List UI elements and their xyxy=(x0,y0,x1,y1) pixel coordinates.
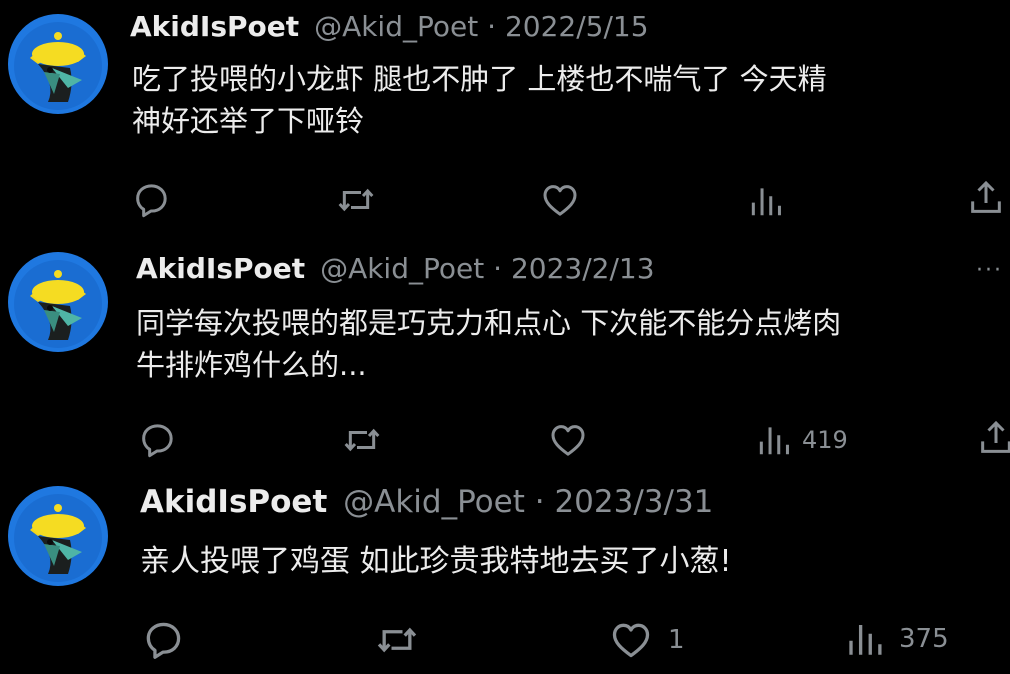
tweet-header: AkidIsPoet @Akid_Poet · 2023/3/31 xyxy=(140,484,713,520)
avatar[interactable] xyxy=(8,14,108,114)
timestamp[interactable]: 2023/3/31 xyxy=(554,484,713,520)
display-name[interactable]: AkidIsPoet xyxy=(140,484,327,520)
separator: · xyxy=(493,252,503,285)
reply-icon xyxy=(131,180,171,220)
tweet-header: AkidIsPoet @Akid_Poet · 2023/2/13 xyxy=(136,252,655,285)
views-icon xyxy=(754,421,794,459)
views-count: 375 xyxy=(899,624,949,654)
views-button[interactable]: 419 xyxy=(754,421,848,459)
reply-icon xyxy=(137,420,177,460)
like-count: 1 xyxy=(668,625,685,655)
like-icon xyxy=(608,618,654,662)
retweet-icon xyxy=(340,420,384,460)
views-icon xyxy=(843,618,887,660)
timestamp[interactable]: 2022/5/15 xyxy=(505,10,649,43)
like-icon xyxy=(539,180,581,220)
avatar-image xyxy=(8,252,108,352)
avatar-image xyxy=(8,486,108,586)
tweet[interactable]: AkidIsPoet @Akid_Poet · 2023/2/13 ··· 同学… xyxy=(0,230,1010,470)
tweet-text: 吃了投喂的小龙虾 腿也不肿了 上楼也不喘气了 今天精 神好还举了下哑铃 xyxy=(132,62,827,139)
action-bar: 1 375 xyxy=(0,614,1010,664)
tweet[interactable]: AkidIsPoet @Akid_Poet · 2022/5/15 吃了投喂的小… xyxy=(0,0,1010,230)
reply-button[interactable] xyxy=(141,618,185,662)
action-bar: 419 xyxy=(0,418,1010,462)
separator: · xyxy=(487,10,497,43)
retweet-button[interactable] xyxy=(373,618,421,662)
views-count: 419 xyxy=(802,426,848,454)
reply-button[interactable] xyxy=(137,420,177,460)
timestamp[interactable]: 2023/2/13 xyxy=(511,252,655,285)
retweet-icon xyxy=(334,180,378,220)
handle[interactable]: @Akid_Poet xyxy=(314,10,478,43)
display-name[interactable]: AkidIsPoet xyxy=(130,10,299,43)
like-button[interactable] xyxy=(539,180,581,220)
retweet-icon xyxy=(373,618,421,662)
like-button[interactable]: 1 xyxy=(608,618,685,662)
views-button[interactable]: 375 xyxy=(843,618,949,660)
display-name[interactable]: AkidIsPoet xyxy=(136,252,305,285)
more-options-button[interactable]: ··· xyxy=(976,258,1003,283)
tweet-header: AkidIsPoet @Akid_Poet · 2022/5/15 xyxy=(130,10,649,43)
tweet[interactable]: AkidIsPoet @Akid_Poet · 2023/3/31 亲人投喂了鸡… xyxy=(0,470,1010,674)
handle[interactable]: @Akid_Poet xyxy=(320,252,484,285)
tweet-text: 同学每次投喂的都是巧克力和点心 下次能不能分点烤肉 牛排炸鸡什么的... xyxy=(136,306,842,383)
avatar-image xyxy=(8,14,108,114)
avatar[interactable] xyxy=(8,486,108,586)
share-button[interactable] xyxy=(966,178,1006,218)
tweet-text: 亲人投喂了鸡蛋 如此珍贵我特地去买了小葱! xyxy=(140,544,732,579)
share-icon xyxy=(976,418,1010,458)
like-button[interactable] xyxy=(547,420,589,460)
retweet-button[interactable] xyxy=(340,420,384,460)
separator: · xyxy=(534,484,545,520)
reply-icon xyxy=(141,618,185,662)
avatar[interactable] xyxy=(8,252,108,352)
retweet-button[interactable] xyxy=(334,180,378,220)
action-bar xyxy=(0,178,1010,222)
reply-button[interactable] xyxy=(131,180,171,220)
like-icon xyxy=(547,420,589,460)
views-button[interactable] xyxy=(746,182,786,220)
views-icon xyxy=(746,182,786,220)
handle[interactable]: @Akid_Poet xyxy=(343,484,525,520)
share-icon xyxy=(966,178,1006,218)
share-button[interactable] xyxy=(976,418,1010,458)
